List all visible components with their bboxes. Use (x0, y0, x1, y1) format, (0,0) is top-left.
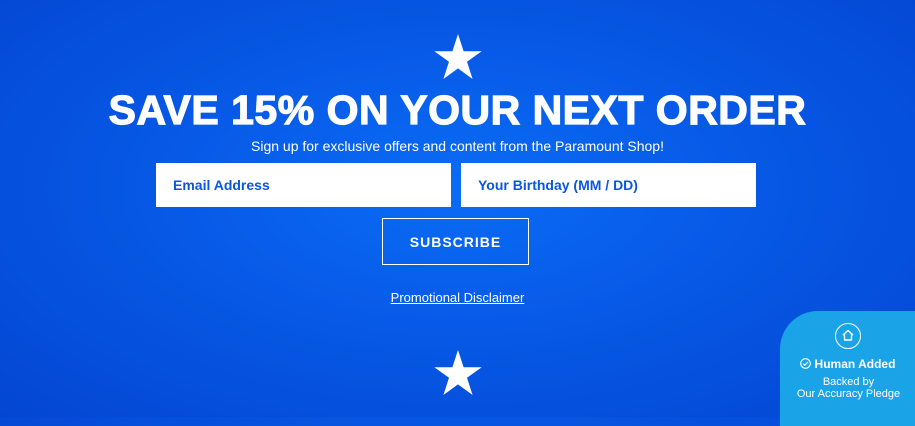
birthday-field[interactable] (461, 163, 756, 207)
badge-subtitle-line2: Our Accuracy Pledge (796, 388, 901, 400)
disclaimer-container: Promotional Disclaimer (0, 290, 915, 306)
home-icon (835, 323, 861, 349)
promo-headline: SAVE 15% ON YOUR NEXT ORDER (108, 86, 807, 133)
email-field[interactable] (156, 163, 451, 207)
badge-title-text: Human Added (814, 357, 896, 371)
accuracy-badge[interactable]: Human Added Backed by Our Accuracy Pledg… (780, 311, 915, 426)
star-icon (433, 34, 482, 80)
badge-title: Human Added (780, 357, 915, 371)
badge-subtitle-line1: Backed by (822, 376, 875, 388)
promo-subtitle: Sign up for exclusive offers and content… (251, 138, 664, 154)
promotional-disclaimer-link[interactable]: Promotional Disclaimer (391, 290, 525, 305)
subscribe-button[interactable]: SUBSCRIBE (382, 218, 529, 265)
check-circle-icon (799, 358, 811, 369)
star-icon (433, 350, 482, 396)
badge-subtitle: Backed by Our Accuracy Pledge (780, 376, 915, 400)
